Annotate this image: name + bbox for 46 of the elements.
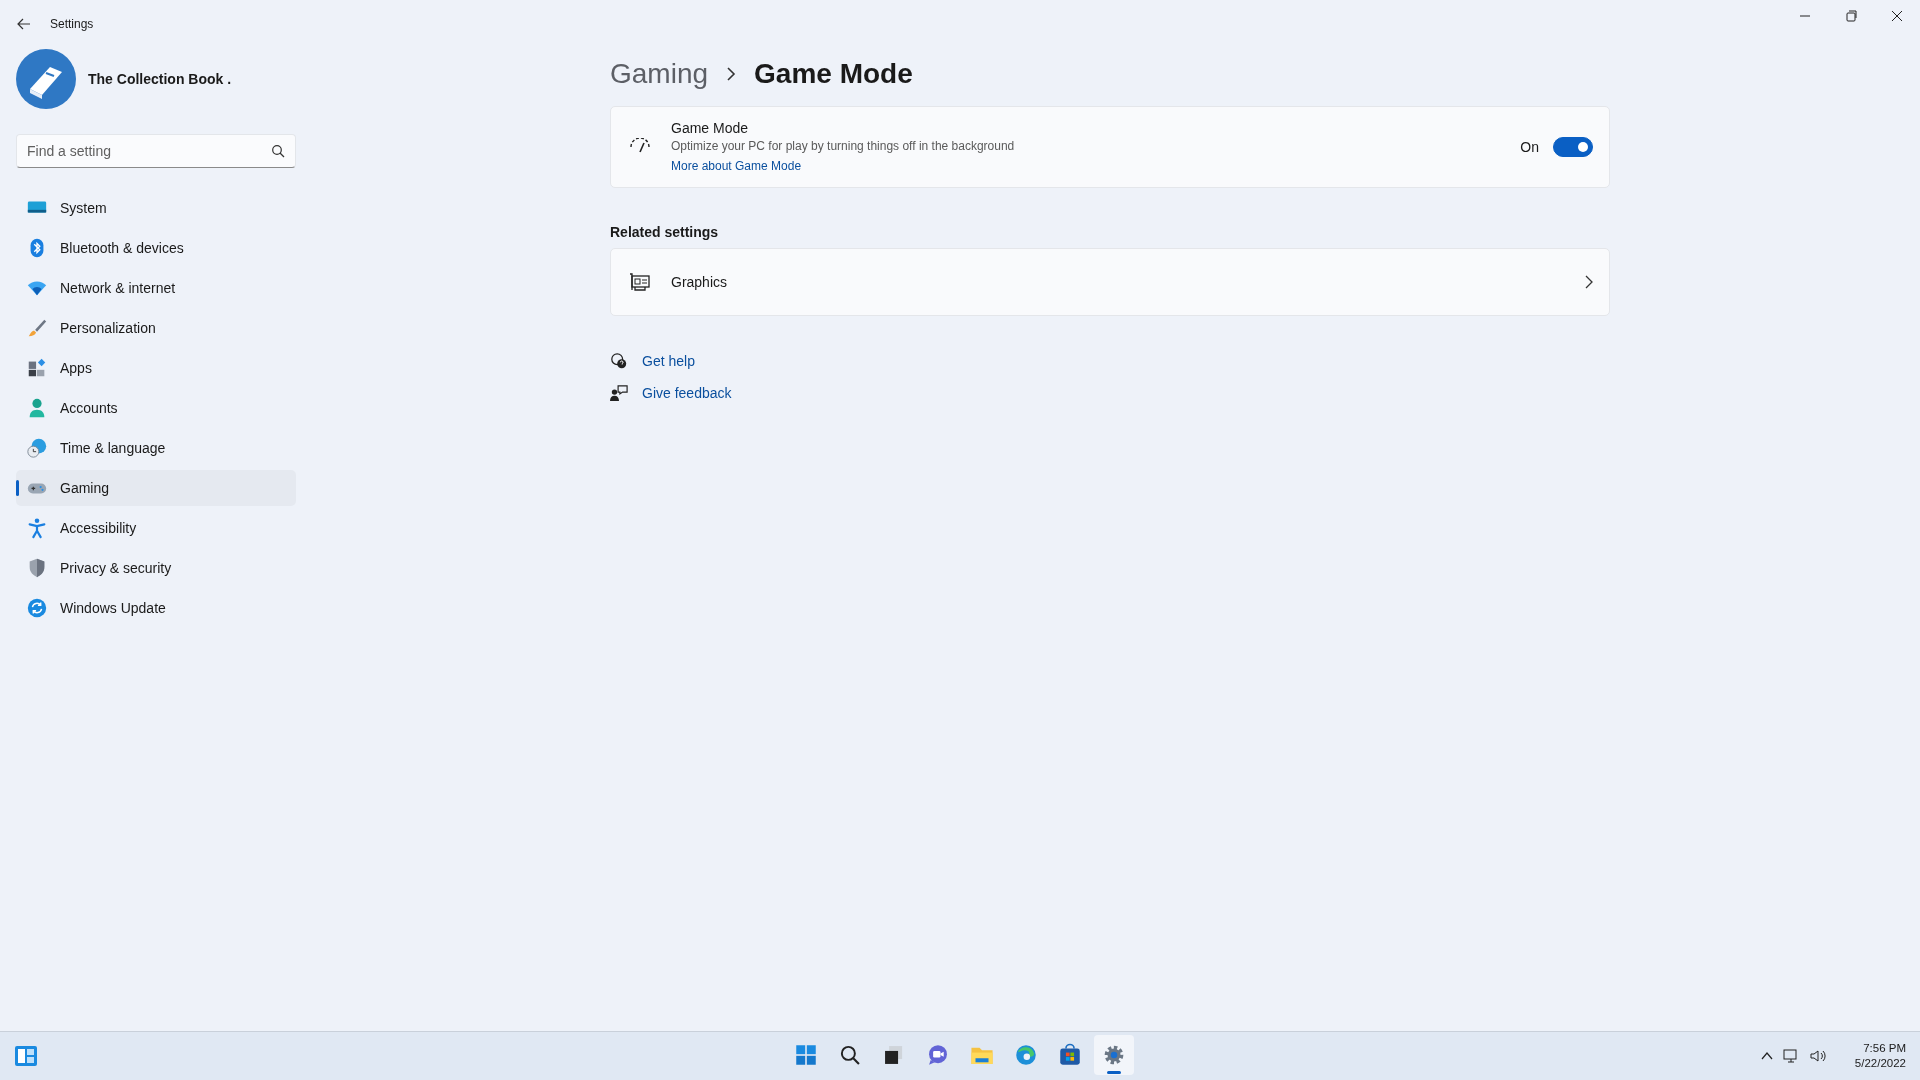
nav-item[interactable]: Gaming <box>16 470 296 506</box>
nav-item[interactable]: Apps <box>16 350 296 386</box>
globe-clock-icon <box>26 437 48 459</box>
apps-icon <box>26 357 48 379</box>
chevron-icon <box>1585 275 1593 289</box>
refresh-icon <box>26 597 48 619</box>
profile-name: The Collection Book . <box>88 71 232 87</box>
page-title: Game Mode <box>754 58 913 90</box>
browser-icon <box>1013 1042 1039 1068</box>
window-title: Settings <box>50 17 94 31</box>
nav-item[interactable]: Privacy & security <box>16 550 296 586</box>
clock-date[interactable]: 5/22/2022 <box>1854 1056 1906 1071</box>
toggle-switch[interactable] <box>1553 137 1593 157</box>
nav-item[interactable]: Accounts <box>16 390 296 426</box>
setting-description: Optimize your PC for play by turning things off in the background <box>671 139 1016 153</box>
graphics-card-icon <box>629 273 651 291</box>
help-icon <box>610 352 628 370</box>
help-link[interactable]: Get help <box>642 353 695 369</box>
store-icon <box>1057 1042 1083 1068</box>
section-heading: Related settings <box>610 224 720 240</box>
clock-time[interactable]: 7:56 PM <box>1863 1041 1906 1056</box>
nav-item[interactable]: Time & language <box>16 430 296 466</box>
breadcrumb-link[interactable]: Gaming <box>610 58 709 90</box>
search-icon <box>271 144 285 158</box>
nav-item[interactable]: Accessibility <box>16 510 296 546</box>
toggle-state: On <box>1520 139 1539 155</box>
nav-item[interactable]: Windows Update <box>16 590 296 626</box>
monitor-icon[interactable] <box>1782 1048 1799 1064</box>
settings-row[interactable]: Graphics <box>610 248 1610 316</box>
windows-logo-icon <box>793 1042 819 1068</box>
nav-item[interactable]: Bluetooth & devices <box>16 230 296 266</box>
chevron-up-icon[interactable] <box>1760 1051 1773 1061</box>
feedback-icon <box>610 384 628 402</box>
nav-item[interactable]: Network & internet <box>16 270 296 306</box>
widgets-icon[interactable] <box>14 1044 38 1068</box>
nav-item[interactable]: Personalization <box>16 310 296 346</box>
help-link[interactable]: Give feedback <box>642 385 732 401</box>
search-field[interactable]: Find a setting <box>16 134 296 168</box>
chevron-icon <box>726 67 737 81</box>
avatar-icon <box>16 49 76 109</box>
setting-title: Game Mode <box>671 120 750 136</box>
accessibility-icon <box>26 517 48 539</box>
learn-more-link[interactable]: More about Game Mode <box>671 159 802 173</box>
brush-icon <box>26 317 48 339</box>
speaker-icon[interactable] <box>1808 1048 1827 1064</box>
nav-item[interactable]: System <box>16 190 296 226</box>
